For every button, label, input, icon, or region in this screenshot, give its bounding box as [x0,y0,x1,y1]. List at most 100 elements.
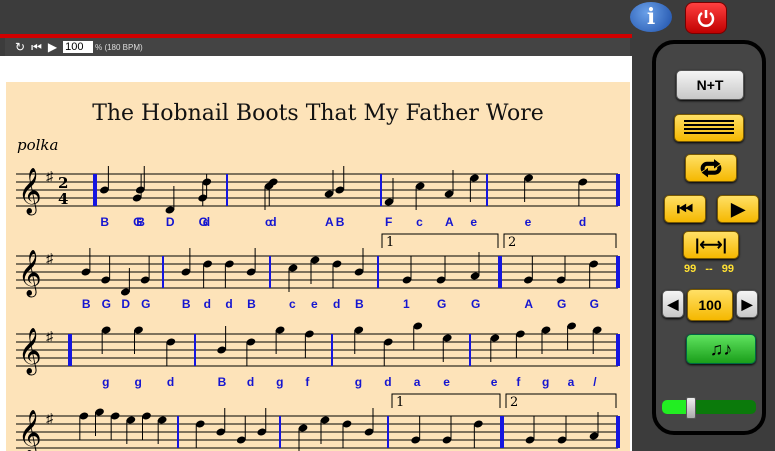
note-letter: G [102,297,111,311]
player-toolbar: ↻ ⏮ ▶ % (180 BPM) [5,38,630,56]
control-panel: N+T 🔁︎ ⏮︎ ▶︎ |⟷| 99 -- 99 ◀ 100 ▶ ♫♪ [652,40,766,435]
speed-value: 100 [698,297,722,313]
note-letter: B [355,297,364,311]
note-letter: A [445,215,454,229]
left-arrow-icon: ◀ [667,295,679,312]
note-letter: f [516,375,521,389]
sheet-music: The Hobnail Boots That My Father Wore po… [6,82,630,451]
score: 𝄞 ♯ 24B G D GB d d Bc A F Ac e e d𝄞 ♯1 2B G D G Bd d Bc e d B 1 G G A… [16,166,620,451]
note-letter: B [82,297,91,311]
note-letter: F [385,215,392,229]
note-letter: d [167,375,174,389]
ending-number: 2 [508,235,516,250]
note-letter: / [593,375,597,389]
note-letter: e [311,297,318,311]
note-letter: G [590,297,599,311]
treble-clef: 𝄞 [18,328,42,376]
treble-clef: 𝄞 [18,250,42,298]
time-signature: 4 [58,190,68,208]
note-letter: g [542,375,549,389]
key-signature-sharp: ♯ [46,328,54,344]
note-letter: f [305,375,310,389]
notes-tab-button[interactable]: N+T [676,70,744,100]
note-letter: c [289,297,296,311]
skip-back-icon: ⏮︎ [676,198,694,219]
ending-number: 1 [396,395,404,410]
ending-number: 1 [386,235,394,250]
note-letter: g [355,375,362,389]
info-icon: i [646,4,656,30]
bpm-label: % (180 BPM) [95,42,143,52]
note-letter: d [333,297,340,311]
ending-number: 2 [510,395,518,410]
treble-clef: 𝄞 [18,410,42,451]
note-letter: d [225,297,232,311]
treble-clef: 𝄞 [18,168,42,216]
note-letter: g [135,375,142,389]
info-button[interactable]: i [630,2,672,32]
nt-label: N+T [696,77,724,93]
note-letter: D [121,297,130,311]
note-letter: B [136,215,145,229]
volume-slider[interactable] [662,397,756,419]
note-letter: G [437,297,446,311]
repeat-button[interactable]: 🔁︎ [685,154,737,182]
note-letter: d [384,375,391,389]
note-letter: g [276,375,283,389]
play-icon: ▶︎ [731,198,745,219]
note-letter: B [100,215,109,229]
note-letter: e [443,375,450,389]
note-letter: B [218,375,227,389]
power-button[interactable] [685,2,727,34]
tempo-input[interactable] [63,41,94,53]
note-letter: A [524,297,533,311]
key-signature-sharp: ♯ [46,410,54,426]
note-letter: G [557,297,566,311]
note-letter: 1 [403,297,410,311]
lines-icon [684,120,734,134]
note-letter: c [416,215,423,229]
note-letter: a [414,375,421,389]
speed-display[interactable]: 100 [687,289,733,321]
key-signature-sharp: ♯ [46,168,54,184]
note-letter: c [265,215,272,229]
note-letter: d [579,215,586,229]
range-sep: -- [705,263,713,275]
note-letter: d [247,375,254,389]
note-letter: e [470,215,477,229]
key-signature-sharp: ♯ [46,250,54,266]
note-letter: B [182,297,191,311]
note-letter: A [325,215,334,229]
note-letter: a [568,375,575,389]
note-letter: B [247,297,256,311]
note-letter: B [336,215,345,229]
note-letter: e [525,215,532,229]
note-letter: G [471,297,480,311]
music-notes-icon: ♫♪ [709,338,733,359]
note-letter: d [204,297,211,311]
note-letter: d [203,215,210,229]
loop-icon[interactable]: ↻ [15,40,25,54]
sheet-view-button[interactable] [674,114,744,142]
speed-up-button[interactable]: ▶ [736,290,758,318]
ending-bracket [381,233,499,248]
ending-bracket [505,393,617,408]
note-letter: e [491,375,498,389]
speed-down-button[interactable]: ◀ [662,290,684,318]
range-display: 99 -- 99 [656,263,762,275]
right-arrow-icon: ▶ [741,295,753,312]
note-letter: g [102,375,109,389]
volume-knob[interactable] [686,397,697,419]
note-letter: D [166,215,175,229]
repeat-icon: 🔁︎ [699,157,722,182]
notes-button[interactable]: ♫♪ [686,334,756,364]
previous-button[interactable]: ⏮︎ [664,195,706,223]
rewind-icon[interactable]: ⏮ [31,40,42,55]
ending-bracket [503,233,617,248]
ending-bracket [391,393,501,408]
play-icon[interactable]: ▶ [48,40,57,54]
range-from: 99 [684,263,697,275]
range-button[interactable]: |⟷| [683,231,739,259]
range-arrows-icon: |⟷| [695,237,727,254]
play-button[interactable]: ▶︎ [717,195,759,223]
